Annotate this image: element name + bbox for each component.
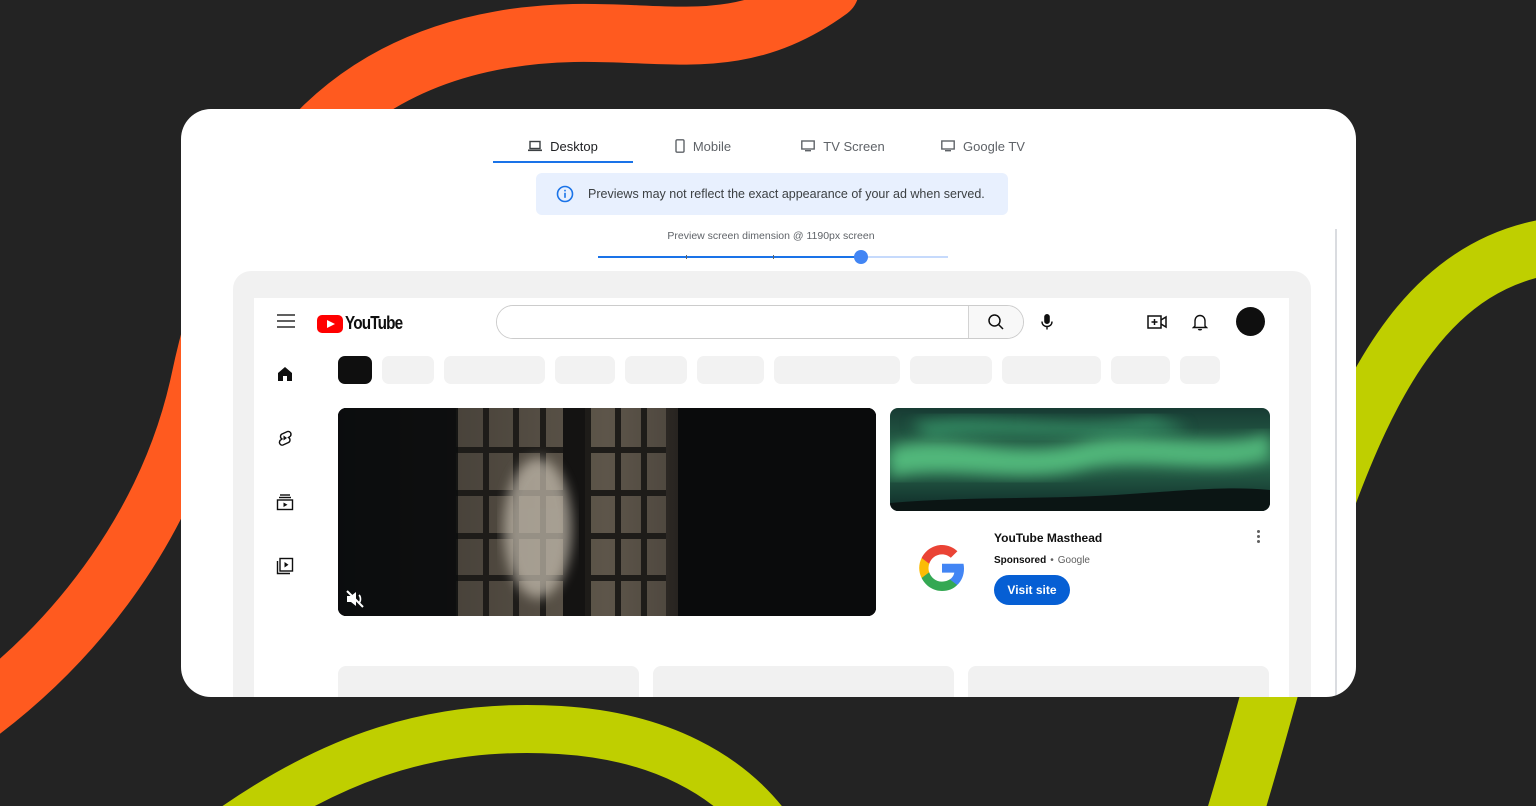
sidebar-item-home[interactable] (274, 363, 296, 385)
tab-label: Google TV (963, 138, 1025, 154)
voice-search-button[interactable] (1035, 310, 1059, 334)
preview-dimension-slider[interactable] (598, 250, 948, 264)
chip[interactable] (444, 356, 545, 384)
more-options-icon[interactable] (1254, 529, 1262, 545)
logo-text: YouTube (345, 313, 403, 333)
chip[interactable] (338, 356, 372, 384)
meta-separator: • (1050, 555, 1054, 566)
chip[interactable] (1180, 356, 1220, 384)
tab-label: Mobile (692, 138, 732, 154)
notice-text: Previews may not reflect the exact appea… (588, 187, 985, 201)
chip[interactable] (555, 356, 615, 384)
create-button[interactable] (1145, 310, 1169, 334)
mute-button[interactable] (344, 588, 366, 610)
tab-label: Desktop (550, 138, 598, 154)
chip[interactable] (1111, 356, 1170, 384)
home-icon (278, 367, 292, 381)
masthead-video[interactable] (338, 408, 876, 616)
video-card-placeholder (653, 666, 954, 697)
scrollbar[interactable] (1335, 229, 1337, 697)
tv-icon (801, 140, 816, 152)
subscriptions-icon (276, 494, 294, 511)
preview-notice: Previews may not reflect the exact appea… (536, 173, 1008, 215)
filter-chips (338, 356, 1233, 385)
visit-site-button[interactable]: Visit site (994, 575, 1070, 605)
sponsored-label: Sponsored (994, 555, 1047, 566)
library-icon (276, 557, 294, 575)
youtube-desktop-preview: YouTube YouTube Masthead Sponsored • Goo… (254, 298, 1289, 697)
google-logo-icon (919, 545, 964, 591)
avatar[interactable] (1236, 307, 1265, 336)
preview-dimension-label: Preview screen dimension @ 1190px screen (667, 230, 875, 242)
chip[interactable] (774, 356, 900, 384)
bell-icon (1192, 314, 1208, 331)
ad-preview-card: Desktop Mobile TV Screen Google TV Previ… (181, 109, 1356, 697)
masthead-banner-image[interactable] (890, 408, 1270, 511)
search-button[interactable] (968, 306, 1023, 338)
volume-off-icon (346, 590, 364, 608)
youtube-play-logo-icon (317, 314, 343, 333)
tab-tv-screen[interactable]: TV Screen (773, 129, 913, 163)
tab-desktop[interactable]: Desktop (493, 129, 633, 163)
tv-icon (941, 140, 955, 152)
video-card-placeholder (338, 666, 639, 697)
info-icon (556, 185, 574, 203)
search-icon (988, 314, 1004, 330)
lime-ribbon-bottom (222, 704, 782, 806)
chip[interactable] (625, 356, 687, 384)
tab-google-tv[interactable]: Google TV (913, 129, 1053, 163)
create-icon (1147, 315, 1167, 329)
tab-mobile[interactable]: Mobile (633, 129, 773, 163)
shorts-icon (278, 430, 292, 446)
sidebar-item-shorts[interactable] (274, 427, 296, 449)
slider-tick (685, 255, 687, 259)
chip[interactable] (697, 356, 764, 384)
video-card-placeholder (968, 666, 1269, 697)
ad-meta: Sponsored • Google (994, 555, 1090, 566)
slider-fill (598, 256, 861, 258)
advertiser-name: Google (1057, 555, 1090, 566)
chip[interactable] (382, 356, 434, 384)
mic-icon (1041, 314, 1053, 330)
notifications-button[interactable] (1188, 310, 1212, 334)
device-tabs: Desktop Mobile TV Screen Google TV (493, 129, 1053, 163)
phone-icon (675, 139, 685, 153)
slider-tick (773, 255, 774, 259)
youtube-logo[interactable]: YouTube (317, 313, 412, 334)
slider-thumb[interactable] (853, 250, 868, 264)
video-thumbnail (338, 408, 876, 616)
chip[interactable] (1002, 356, 1101, 384)
sidebar-item-library[interactable] (274, 555, 296, 577)
search-input[interactable] (497, 306, 968, 338)
tab-label: TV Screen (823, 138, 885, 154)
ad-title[interactable]: YouTube Masthead (994, 531, 1102, 545)
sidebar-item-subscriptions[interactable] (274, 491, 296, 513)
aurora-image (890, 408, 1270, 511)
chip[interactable] (910, 356, 992, 384)
menu-icon[interactable] (277, 314, 295, 328)
search-bar (496, 305, 1024, 339)
laptop-icon (528, 140, 543, 152)
